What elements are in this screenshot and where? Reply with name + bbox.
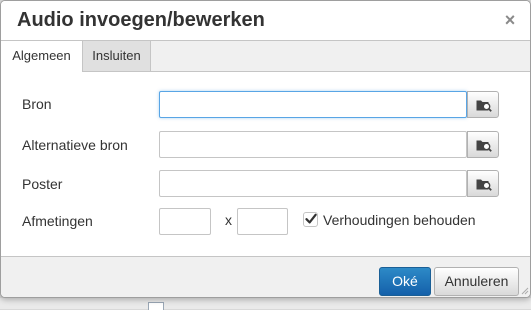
tab-embed[interactable]: Insluiten	[83, 41, 151, 71]
source-label: Bron	[22, 96, 52, 112]
ok-button[interactable]: Oké	[379, 267, 431, 296]
browse-icon	[476, 179, 492, 191]
browse-icon	[476, 140, 492, 152]
cancel-button[interactable]: Annuleren	[434, 267, 519, 296]
constrain-checkbox[interactable]	[303, 212, 318, 227]
poster-input[interactable]	[159, 170, 467, 197]
dialog-title: Audio invoegen/bewerken	[17, 9, 265, 31]
dialog-footer: Oké Annuleren	[1, 256, 530, 297]
editor-background	[0, 298, 531, 309]
tab-general[interactable]: Algemeen	[1, 41, 83, 72]
dialog-titlebar: Audio invoegen/bewerken ×	[1, 1, 530, 41]
width-input[interactable]	[159, 208, 211, 235]
alt-source-input[interactable]	[159, 131, 467, 158]
alt-source-browse-button[interactable]	[467, 131, 499, 158]
resize-grip-icon[interactable]	[521, 287, 529, 295]
poster-label: Poster	[22, 176, 63, 192]
alt-source-label: Alternatieve bron	[22, 137, 128, 153]
source-browse-button[interactable]	[467, 91, 499, 118]
browse-icon	[476, 100, 492, 112]
dimension-separator: x	[225, 212, 232, 228]
source-input[interactable]	[159, 91, 467, 118]
close-icon[interactable]: ×	[499, 9, 521, 31]
audio-dialog: Audio invoegen/bewerken × Algemeen Inslu…	[0, 0, 531, 298]
checkmark-icon	[305, 213, 317, 224]
poster-browse-button[interactable]	[467, 170, 499, 197]
tab-bar: Algemeen Insluiten	[1, 41, 530, 72]
height-input[interactable]	[237, 208, 288, 235]
dimensions-label: Afmetingen	[22, 213, 93, 229]
constrain-label[interactable]: Verhoudingen behouden	[323, 212, 476, 228]
